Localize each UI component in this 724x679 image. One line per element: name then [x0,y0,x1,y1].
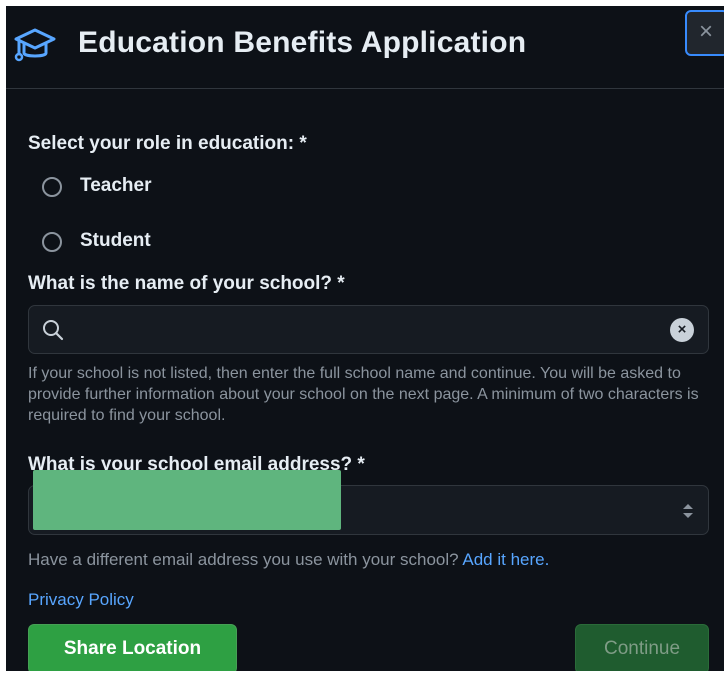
education-benefits-dialog: Education Benefits Application × Select … [6,6,724,671]
school-helper-text: If your school is not listed, then enter… [28,365,699,424]
share-location-button[interactable]: Share Location [28,624,237,671]
email-select[interactable] [28,470,709,535]
close-icon[interactable]: × [685,10,724,56]
search-icon [43,320,64,341]
radio-label-teacher: Teacher [80,175,152,196]
radio-student[interactable] [42,232,62,252]
select-arrows-icon [683,504,693,518]
dialog-title: Education Benefits Application [78,26,527,59]
dialog-header: Education Benefits Application [6,6,724,89]
graduation-cap-icon [14,28,56,62]
alt-email-prompt: Have a different email address you use w… [28,550,459,569]
continue-button[interactable]: Continue [575,624,709,671]
clear-icon[interactable]: × [670,318,694,342]
radio-teacher[interactable] [42,177,62,197]
add-email-link[interactable]: Add it here. [462,550,549,569]
school-label: What is the name of your school? * [28,273,345,294]
alt-email-text: Have a different email address you use w… [28,550,549,570]
school-search-field[interactable]: × [28,305,709,354]
privacy-policy-link[interactable]: Privacy Policy [28,590,134,610]
school-search-input[interactable] [75,316,659,346]
role-label: Select your role in education: * [28,133,307,154]
redacted-email-value [33,470,341,530]
radio-label-student: Student [80,230,151,251]
